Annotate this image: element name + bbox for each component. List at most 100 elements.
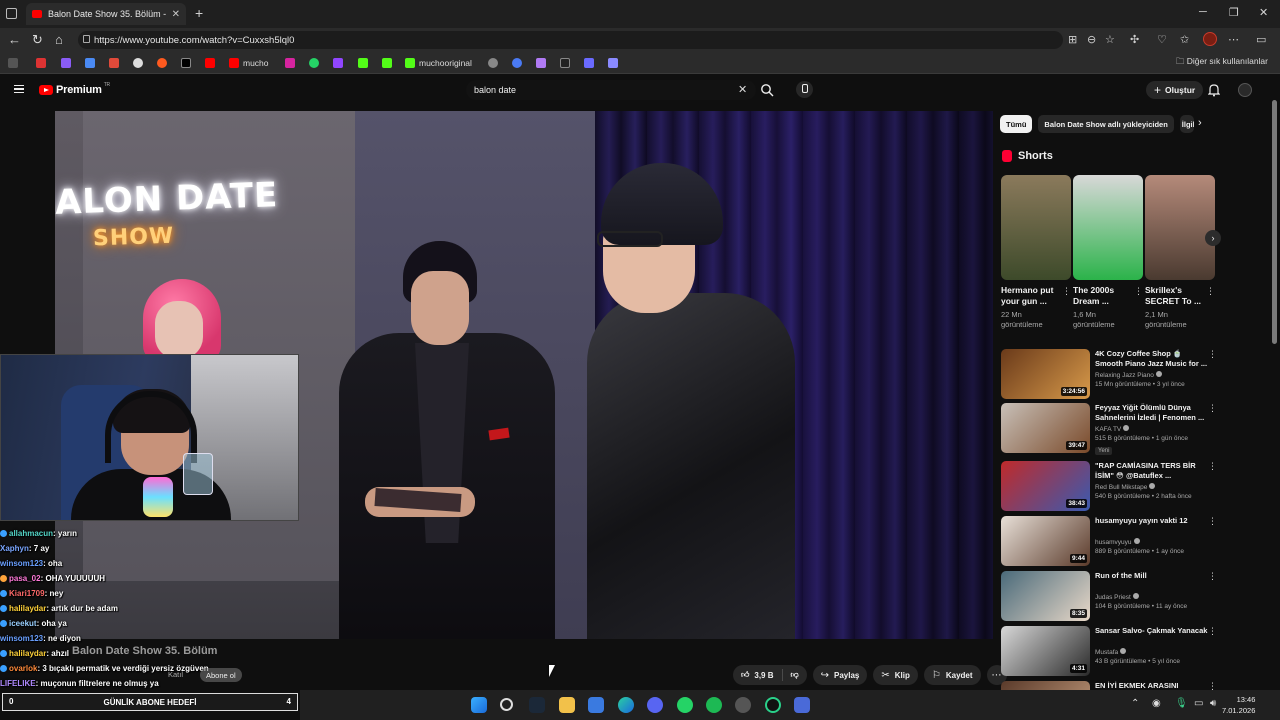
- bookmark-icon-3[interactable]: [61, 56, 75, 70]
- video-more-icon[interactable]: ⋮: [1208, 516, 1217, 527]
- instagram-bookmark-icon[interactable]: [285, 56, 299, 70]
- tray-chevron-icon[interactable]: ⌃: [1131, 698, 1139, 709]
- app-icon-2[interactable]: [765, 697, 781, 713]
- bookmark-icon-4[interactable]: [85, 56, 99, 70]
- video-more-icon[interactable]: ⋮: [1208, 461, 1217, 472]
- bookmark-icon-2[interactable]: [36, 56, 50, 70]
- browser-essentials-icon[interactable]: ♡: [1157, 33, 1167, 46]
- recommended-video[interactable]: 38:43 "RAP CAMİASINA TERS BİR İSİM" 😳 @Ba…: [1001, 461, 1226, 513]
- tray-volume-icon[interactable]: 🔊︎: [1210, 698, 1216, 709]
- recommended-video[interactable]: 9:44 husamyuyu yayın vakti 12 husamvyuyu 88…: [1001, 516, 1226, 568]
- bookmark-icon-6[interactable]: [512, 56, 526, 70]
- bookmark-icon-7[interactable]: [536, 56, 550, 70]
- store-icon[interactable]: [588, 697, 604, 713]
- sidebar-toggle-icon[interactable]: ▭: [1256, 33, 1266, 46]
- extensions-icon[interactable]: ✣: [1130, 33, 1139, 46]
- video-title[interactable]: "RAP CAMİASINA TERS BİR İSİM" 😳 @Batufle…: [1095, 461, 1210, 481]
- bookmark-icon-5[interactable]: [488, 56, 502, 70]
- file-explorer-icon[interactable]: [559, 697, 575, 713]
- profile-avatar-icon[interactable]: [1203, 32, 1217, 46]
- tray-network-icon[interactable]: ▭: [1194, 698, 1203, 709]
- discord-icon[interactable]: [647, 697, 663, 713]
- home-icon[interactable]: ⌂: [55, 32, 63, 47]
- back-icon[interactable]: ←: [8, 32, 21, 47]
- short-card[interactable]: Skrillex's SECRET To ... 2,1 Mn görüntüle…: [1145, 175, 1215, 330]
- maximize-icon[interactable]: ❐: [1229, 6, 1239, 19]
- search-input[interactable]: balon date: [466, 80, 756, 100]
- account-avatar[interactable]: [1238, 83, 1252, 97]
- browser-tab-youtube[interactable]: Balon Date Show 35. Bölüm - YouTube ✕: [26, 3, 186, 25]
- video-thumbnail[interactable]: 9:44: [1001, 516, 1090, 566]
- new-tab-icon[interactable]: +: [195, 5, 203, 21]
- clip-button[interactable]: ✂ Klip: [873, 665, 918, 685]
- bookmark-icon-1[interactable]: [8, 56, 22, 70]
- tray-app-icon[interactable]: ◉: [1152, 698, 1161, 709]
- steam-taskbar-icon[interactable]: [529, 697, 545, 713]
- app-icon[interactable]: [735, 697, 751, 713]
- settings-menu-icon[interactable]: ⋯: [1228, 33, 1239, 46]
- bookmark-mucho[interactable]: mucho: [229, 56, 269, 70]
- menu-icon[interactable]: [14, 85, 24, 93]
- short-card[interactable]: Hermano put your gun ... 22 Mn görüntülem…: [1001, 175, 1071, 330]
- channel-name[interactable]: KAFA TV: [1095, 425, 1130, 433]
- recommended-video[interactable]: 39:47 Feyyaz Yiğit Ölümlü Dünya Sahneleri…: [1001, 403, 1226, 455]
- short-title[interactable]: The 2000s Dream ...: [1073, 285, 1133, 307]
- video-more-icon[interactable]: ⋮: [1208, 349, 1217, 360]
- short-more-icon[interactable]: ⋮: [1206, 286, 1215, 297]
- bookmark-icon-kick[interactable]: [358, 56, 372, 70]
- channel-name[interactable]: husamvyuyu: [1095, 538, 1140, 546]
- chips-next-chevron-icon[interactable]: ›: [1198, 117, 1202, 129]
- video-thumbnail[interactable]: 8:35: [1001, 571, 1090, 621]
- short-thumbnail[interactable]: [1145, 175, 1215, 280]
- recommended-video[interactable]: 4:31 Sansar Salvo- Çakmak Yanacak Mustafa 4…: [1001, 626, 1226, 678]
- video-title[interactable]: Run of the Mill: [1095, 571, 1210, 581]
- taskbar-clock[interactable]: 13:46 7.01.2026: [1222, 694, 1255, 716]
- zoom-icon[interactable]: ⊖: [1087, 33, 1096, 46]
- x-bookmark-icon[interactable]: [181, 56, 195, 70]
- video-thumbnail[interactable]: 3:24:56: [1001, 349, 1090, 399]
- notifications-bell-icon[interactable]: [1208, 83, 1220, 97]
- bookmark-icon-9[interactable]: [584, 56, 598, 70]
- short-title[interactable]: Skrillex's SECRET To ...: [1145, 285, 1205, 307]
- bookmark-icon-10[interactable]: [608, 56, 622, 70]
- share-button[interactable]: ↪ Paylaş: [812, 665, 868, 685]
- video-more-icon[interactable]: ⋮: [1208, 626, 1217, 637]
- bookmark-muchooriginal[interactable]: muchooriginal: [405, 56, 472, 70]
- reddit-bookmark-icon[interactable]: [157, 56, 171, 70]
- tab-close-icon[interactable]: ✕: [172, 9, 180, 20]
- short-card[interactable]: The 2000s Dream ... 1,6 Mn görüntüleme ⋮: [1073, 175, 1143, 330]
- like-button[interactable]: 👍︎ 3,9 B: [733, 665, 782, 685]
- favorites-icon[interactable]: ✩: [1180, 33, 1189, 46]
- chip-uploader[interactable]: Balon Date Show adlı yükleyiciden: [1038, 115, 1174, 133]
- video-thumbnail[interactable]: 39:47: [1001, 403, 1090, 453]
- taskbar-search-icon[interactable]: [500, 698, 513, 711]
- tray-mic-icon[interactable]: 🎙︎: [1175, 698, 1188, 709]
- channel-name[interactable]: Judas Priest: [1095, 593, 1139, 601]
- subscribe-button[interactable]: Abone ol: [200, 668, 242, 682]
- video-title[interactable]: Sansar Salvo- Çakmak Yanacak: [1095, 626, 1210, 636]
- youtube-logo[interactable]: Premium TR: [39, 82, 110, 96]
- chrome-bookmark-icon[interactable]: [133, 56, 147, 70]
- page-scrollbar[interactable]: [1272, 100, 1277, 344]
- app-icon-3[interactable]: [794, 697, 810, 713]
- favorite-star-icon[interactable]: ☆: [1105, 33, 1115, 46]
- create-button[interactable]: + Oluştur: [1146, 81, 1204, 99]
- edge-browser-icon[interactable]: [618, 697, 634, 713]
- gmail-bookmark-icon[interactable]: [109, 56, 123, 70]
- reload-icon[interactable]: ↻: [32, 32, 43, 48]
- minimize-icon[interactable]: ─: [1199, 6, 1207, 18]
- video-title[interactable]: Feyyaz Yiğit Ölümlü Dünya Sahnelerini İz…: [1095, 403, 1210, 423]
- youtube-bookmark-icon[interactable]: [205, 56, 219, 70]
- video-more-icon[interactable]: ⋮: [1208, 571, 1217, 582]
- search-icon[interactable]: [760, 83, 774, 97]
- short-more-icon[interactable]: ⋮: [1062, 286, 1071, 297]
- video-thumbnail[interactable]: 38:43: [1001, 461, 1090, 511]
- close-window-icon[interactable]: ✕: [1259, 6, 1268, 19]
- whatsapp-icon[interactable]: [677, 697, 693, 713]
- recommended-video[interactable]: 3:24:56 4K Cozy Coffee Shop 🍵 Smooth Pian…: [1001, 349, 1226, 401]
- voice-search-icon[interactable]: [796, 81, 813, 98]
- short-more-icon[interactable]: ⋮: [1134, 286, 1143, 297]
- url-field[interactable]: https://www.youtube.com/watch?v=Cuxxsh5l…: [78, 31, 1063, 49]
- video-title[interactable]: husamyuyu yayın vakti 12: [1095, 516, 1210, 526]
- kick-bookmark-icon[interactable]: [382, 56, 396, 70]
